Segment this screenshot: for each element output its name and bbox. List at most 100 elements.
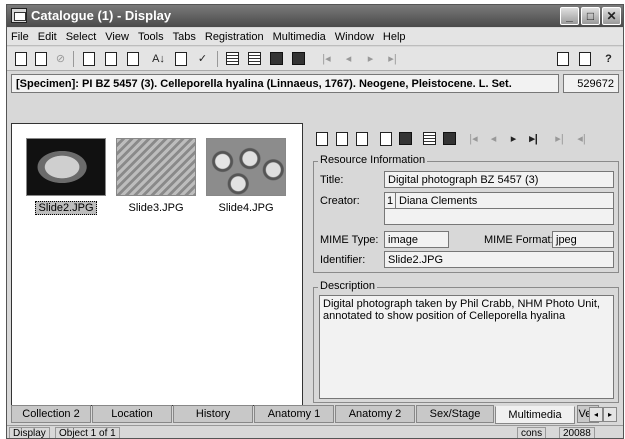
multimedia-view-icon[interactable] (291, 51, 306, 66)
status-mode: Display (9, 427, 50, 438)
menu-select[interactable]: Select (66, 31, 97, 43)
first-record-icon[interactable]: |◂ (319, 51, 334, 66)
thumbnail-caption: Slide2.JPG (26, 201, 106, 215)
media-first-icon[interactable]: |◂ (466, 131, 481, 146)
tab-anatomy-1[interactable]: Anatomy 1 (254, 405, 334, 423)
thumbnail-caption: Slide4.JPG (206, 202, 286, 214)
status-position: Object 1 of 1 (55, 427, 120, 438)
list-view-icon[interactable] (225, 51, 240, 66)
copy-record-icon[interactable] (81, 51, 96, 66)
thumbnail-gallery: Slide2.JPG Slide3.JPG Slide4.JPG (11, 123, 303, 406)
title-field[interactable]: Digital photograph BZ 5457 (3) (384, 171, 614, 188)
menu-registration[interactable]: Registration (205, 31, 264, 43)
previous-record-icon[interactable]: ◂ (341, 51, 356, 66)
resource-information-label: Resource Information (318, 154, 428, 166)
thumbnail-item[interactable]: Slide3.JPG (116, 138, 196, 214)
duplicate-record-icon[interactable] (103, 51, 118, 66)
thumbnail-grid-icon[interactable] (422, 131, 437, 146)
multimedia-toolbar: |◂ ◂ ▸ ▸| ▸| ◂| (312, 129, 619, 149)
mime-format-field[interactable]: jpeg (552, 231, 614, 248)
identifier-field[interactable]: Slide2.JPG (384, 251, 614, 268)
media-back-icon[interactable]: ◂| (574, 131, 589, 146)
main-toolbar: ⊘ A↓ ✓ |◂ ◂ ▸ ▸| ? (7, 47, 623, 71)
report-icon[interactable] (555, 51, 570, 66)
close-button[interactable]: ✕ (602, 7, 621, 25)
record-title: [Specimen]: PI BZ 5457 (3). Celleporella… (11, 74, 559, 93)
tab-scroll-right-icon[interactable]: ▸ (603, 407, 617, 422)
status-user: cons (517, 427, 547, 438)
thumbnail-caption-text: Slide2.JPG (35, 201, 97, 215)
mime-type-label: MIME Type: (320, 234, 379, 246)
menu-view[interactable]: View (105, 31, 129, 43)
toolbar-separator (217, 51, 218, 67)
record-tabs: Collection 2 Location History Anatomy 1 … (11, 405, 619, 424)
table-view-icon[interactable] (247, 51, 262, 66)
status-number: 20088 (559, 427, 595, 438)
menu-help[interactable]: Help (383, 31, 406, 43)
description-field[interactable]: Digital photograph taken by Phil Crabb, … (319, 295, 614, 399)
sort-icon[interactable]: A↓ (151, 51, 166, 66)
title-label: Title: (320, 174, 344, 186)
open-multimedia-icon[interactable] (378, 131, 393, 146)
media-previous-icon[interactable]: ◂ (486, 131, 501, 146)
mime-type-field[interactable]: image (384, 231, 449, 248)
window-title: Catalogue (1) - Display (31, 8, 172, 23)
tab-anatomy-2[interactable]: Anatomy 2 (335, 405, 415, 423)
creator-label: Creator: (320, 195, 360, 207)
menu-edit[interactable]: Edit (38, 31, 57, 43)
next-record-icon[interactable]: ▸ (363, 51, 378, 66)
media-end-icon[interactable]: ▸| (552, 131, 567, 146)
media-last-icon[interactable]: ▸| (526, 131, 541, 146)
description-group: Description Digital photograph taken by … (313, 280, 619, 403)
reports-icon[interactable] (577, 51, 592, 66)
thumbnail-caption-text: Slide4.JPG (218, 202, 274, 214)
minimize-button[interactable]: _ (560, 7, 579, 25)
new-record-icon[interactable] (13, 51, 28, 66)
description-label: Description (318, 280, 378, 292)
catalogue-window: Catalogue (1) - Display _ □ ✕ File Edit … (6, 4, 624, 439)
menu-tabs[interactable]: Tabs (173, 31, 196, 43)
record-id: 529672 (563, 74, 619, 93)
tab-location[interactable]: Location (92, 405, 172, 423)
status-bar: Display Object 1 of 1 cons 20088 (7, 425, 623, 438)
app-icon (11, 8, 27, 23)
save-icon[interactable] (33, 51, 48, 66)
title-bar[interactable]: Catalogue (1) - Display _ □ ✕ (7, 5, 623, 27)
image-view-icon[interactable] (442, 131, 457, 146)
thumbnail-image[interactable] (116, 138, 196, 196)
thumbnail-caption-text: Slide3.JPG (128, 202, 184, 214)
save-multimedia-icon[interactable] (398, 131, 413, 146)
page-view-icon[interactable] (269, 51, 284, 66)
tab-collection-2[interactable]: Collection 2 (11, 405, 91, 423)
menu-tools[interactable]: Tools (138, 31, 164, 43)
creator-field[interactable]: Diana Clements (395, 192, 614, 209)
attach-multimedia-icon[interactable] (354, 131, 369, 146)
remove-multimedia-icon[interactable] (334, 131, 349, 146)
maximize-button[interactable]: □ (581, 7, 600, 25)
last-record-icon[interactable]: ▸| (385, 51, 400, 66)
thumbnail-image[interactable] (206, 138, 286, 196)
edit-record-icon[interactable] (173, 51, 188, 66)
mime-format-label: MIME Format: (484, 234, 554, 246)
tab-history[interactable]: History (173, 405, 253, 423)
thumbnail-item[interactable]: Slide4.JPG (206, 138, 286, 214)
tab-multimedia[interactable]: Multimedia (495, 406, 575, 424)
delete-record-icon[interactable] (125, 51, 140, 66)
media-next-icon[interactable]: ▸ (506, 131, 521, 146)
thumbnail-image[interactable] (26, 138, 106, 196)
record-summary: [Specimen]: PI BZ 5457 (3). Celleporella… (11, 74, 619, 94)
context-help-icon[interactable]: ? (601, 51, 616, 66)
tab-sex-stage[interactable]: Sex/Stage (416, 405, 494, 423)
menu-multimedia[interactable]: Multimedia (273, 31, 326, 43)
toolbar-separator (73, 51, 74, 67)
creator-empty-field[interactable] (384, 208, 614, 225)
thumbnail-item[interactable]: Slide2.JPG (26, 138, 106, 215)
menu-window[interactable]: Window (335, 31, 374, 43)
menu-bar: File Edit Select View Tools Tabs Registr… (7, 28, 623, 46)
menu-file[interactable]: File (11, 31, 29, 43)
add-multimedia-icon[interactable] (314, 131, 329, 146)
spelling-icon[interactable]: ✓ (195, 51, 210, 66)
thumbnail-caption: Slide3.JPG (116, 202, 196, 214)
cancel-icon[interactable]: ⊘ (53, 51, 68, 66)
tab-scroll-left-icon[interactable]: ◂ (589, 407, 603, 422)
